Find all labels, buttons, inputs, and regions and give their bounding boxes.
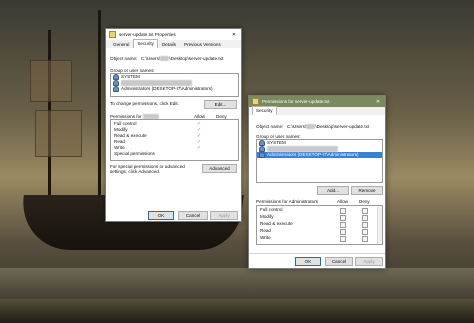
close-icon[interactable]: ✕ — [227, 29, 241, 40]
shore — [0, 299, 474, 323]
permission-row: Write — [257, 235, 382, 242]
permission-row: Special permissions — [114, 151, 155, 156]
object-name-label: Object name: — [256, 124, 284, 129]
close-icon[interactable]: ✕ — [371, 96, 385, 107]
redacted-username: xxxx — [306, 124, 316, 129]
footer-divider — [249, 253, 385, 254]
ship-sail — [30, 60, 72, 102]
list-item-selected[interactable]: Administrators (DESKTOP-I7\Administrator… — [257, 152, 382, 158]
ok-button[interactable]: OK — [148, 211, 174, 220]
tab-details[interactable]: Details — [158, 40, 180, 48]
deny-checkbox[interactable] — [362, 236, 368, 242]
security-panel: Object name: C:\Users\xxxx\Desktop\serve… — [106, 48, 241, 221]
permission-row: Read — [257, 228, 382, 235]
redacted-user: xxxxxxxxxxxxxxxxxxxxxxxxxxxxxxx — [267, 146, 339, 152]
user-list: SYSTEM xxxxxxxxxxxxxxxxxxxxxxxxxxxxxxx A… — [110, 73, 239, 97]
check-icon: ✓ — [197, 139, 202, 145]
check-icon: ✓ — [197, 133, 202, 139]
permissions-list: Full control Modify Read & execute Read … — [256, 205, 383, 245]
ok-button[interactable]: OK — [295, 257, 321, 266]
add-button[interactable]: Add... — [317, 186, 349, 195]
permission-row: Read & execute — [257, 221, 382, 228]
redacted-user: xxxxxxxxxxxxxxxxxxxxxxxxxxxxxxx — [121, 80, 193, 86]
permissions-scrollbar[interactable] — [377, 206, 382, 244]
permissions-header: Permissions for Administrators — [256, 199, 319, 204]
user-group-icon — [259, 152, 265, 158]
lock-icon — [252, 98, 259, 105]
permission-row: Full control — [257, 207, 382, 214]
deny-header: Deny — [359, 199, 370, 204]
object-name-value: C:\Users\xxxx\Desktop\server-update.txt — [141, 56, 224, 61]
apply-button[interactable]: Apply — [355, 257, 383, 266]
ship-mast — [98, 10, 101, 205]
security-panel: Object name: C:\Users\xxxx\Desktop\serve… — [249, 115, 385, 268]
redacted-username: xxxx — [160, 56, 170, 61]
window-title: server-update.txt Properties — [119, 32, 176, 37]
properties-window: server-update.txt Properties ✕ General S… — [105, 28, 242, 222]
tab-previous-versions[interactable]: Previous Versions — [180, 40, 225, 48]
cancel-button[interactable]: Cancel — [325, 257, 353, 266]
permissions-list: Full control ✓ Modify ✓ Read & execute ✓ Re… — [110, 119, 239, 161]
object-name-label: Object name: — [110, 56, 138, 61]
advanced-button[interactable]: Advanced — [202, 164, 237, 173]
user-group-icon — [113, 86, 119, 92]
permissions-window: Permissions for server-update.txt ✕ Secu… — [248, 95, 386, 269]
ship-sail — [35, 110, 82, 157]
cancel-button[interactable]: Cancel — [178, 211, 208, 220]
allow-checkbox[interactable] — [340, 236, 346, 242]
user-list: SYSTEM xxxxxxxxxxxxxxxxxxxxxxxxxxxxxxx A… — [256, 139, 383, 183]
advanced-hint: For special permissions or advanced sett… — [110, 164, 185, 174]
permission-row: Modify — [257, 214, 382, 221]
edit-button[interactable]: Edit... — [204, 100, 237, 109]
window-title: Permissions for server-update.txt — [262, 99, 330, 104]
object-name-value: C:\Users\xxxx\Desktop\server-update.txt — [287, 124, 370, 129]
change-permissions-hint: To change permissions, click Edit. — [110, 101, 179, 106]
text-file-icon — [109, 31, 116, 38]
remove-button[interactable]: Remove — [351, 186, 383, 195]
check-icon: ✓ — [197, 121, 202, 127]
check-icon: ✓ — [197, 145, 202, 151]
properties-titlebar[interactable]: server-update.txt Properties ✕ — [106, 29, 241, 40]
check-icon: ✓ — [197, 127, 202, 133]
allow-header: Allow — [337, 199, 348, 204]
tab-security[interactable]: Security — [133, 39, 158, 48]
list-item[interactable]: Administrators (DESKTOP-I7\Administrator… — [111, 86, 238, 92]
tab-security[interactable]: Security — [252, 106, 277, 115]
tab-general[interactable]: General — [109, 40, 133, 48]
apply-button[interactable]: Apply — [210, 211, 238, 220]
